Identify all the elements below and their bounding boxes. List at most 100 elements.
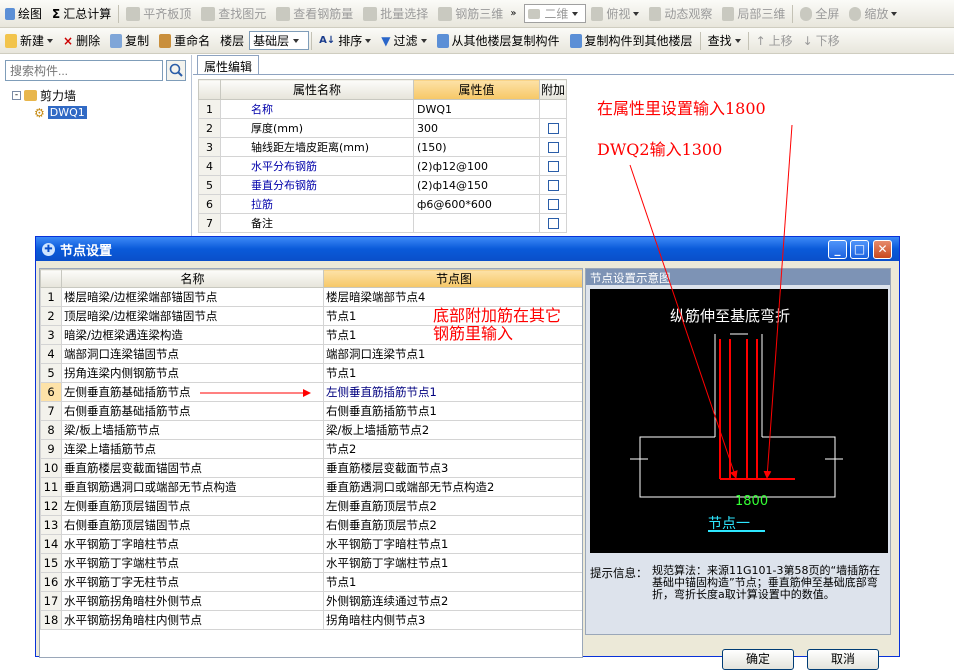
batch-select-button[interactable]: 批量选择 (358, 3, 433, 25)
property-row[interactable]: 2 厚度(mm) 300 (198, 118, 567, 138)
node-header: 名称 节点图 (40, 269, 582, 288)
collapse-icon[interactable]: - (12, 91, 21, 100)
orbit-button[interactable]: 动态观察 (644, 3, 717, 25)
move-down-button[interactable]: ↓ 下移 (798, 30, 845, 52)
node-row[interactable]: 11 垂直钢筋遇洞口或端部无节点构造 垂直筋遇洞口或端部无节点构造2 (40, 477, 582, 497)
property-row[interactable]: 4 水平分布钢筋 (2)ф12@100 (198, 156, 567, 176)
node-value[interactable]: 垂直筋楼层变截面节点3 (323, 458, 582, 478)
extra-checkbox[interactable] (547, 180, 559, 191)
close-button[interactable]: ✕ (873, 240, 892, 259)
property-row[interactable]: 6 拉筋 ф6@600*600 (198, 194, 567, 214)
property-value[interactable]: (2)ф14@150 (413, 175, 540, 195)
filter-button[interactable]: ▼ 过滤 (376, 30, 431, 52)
node-row[interactable]: 13 右侧垂直筋顶层锚固节点 右侧垂直筋顶层节点2 (40, 515, 582, 535)
node-value[interactable]: 左侧垂直筋插筋节点1 (323, 382, 582, 402)
tree-node-shear-wall[interactable]: - 剪力墙 (12, 87, 87, 104)
property-value[interactable] (413, 213, 540, 233)
view-rebar-button[interactable]: 查看钢筋量 (271, 3, 358, 25)
node-row[interactable]: 15 水平钢筋丁字端柱节点 水平钢筋丁字端柱节点1 (40, 553, 582, 573)
minimize-button[interactable]: _ (828, 240, 847, 259)
property-value[interactable]: (150) (413, 137, 540, 157)
view-mode-select[interactable]: 二维 (524, 4, 587, 23)
floor-label: 楼层 (220, 34, 245, 48)
property-value[interactable]: ф6@600*600 (413, 194, 540, 214)
node-row[interactable]: 7 右侧垂直筋基础插筋节点 右侧垂直筋插筋节点1 (40, 401, 582, 421)
copy-to-floor-button[interactable]: 复制构件到其他楼层 (565, 30, 698, 52)
copy-button[interactable]: 复制 (105, 30, 154, 52)
calculate-button[interactable]: Σ 汇总计算 (47, 3, 116, 25)
node-value[interactable]: 节点1 (323, 572, 582, 592)
search-input[interactable] (5, 60, 163, 81)
extra-checkbox[interactable] (547, 218, 559, 229)
zoom-button[interactable]: 缩放 (844, 3, 902, 25)
cancel-button[interactable]: 取消 (807, 649, 879, 670)
fullscreen-button[interactable]: 全屏 (795, 3, 844, 25)
move-up-button[interactable]: ↑ 上移 (751, 30, 798, 52)
node-row[interactable]: 5 拐角连梁内侧钢筋节点 节点1 (40, 363, 582, 383)
rename-button[interactable]: 重命名 (154, 30, 215, 52)
find-button[interactable]: 查找 (703, 30, 746, 52)
local-3d-button[interactable]: 局部三维 (717, 3, 790, 25)
floor-select[interactable]: 基础层 (249, 31, 310, 50)
property-value[interactable]: 300 (413, 118, 540, 138)
align-slab-button[interactable]: 平齐板顶 (121, 3, 196, 25)
node-row[interactable]: 4 端部洞口连梁锚固节点 端部洞口连梁节点1 (40, 344, 582, 364)
node-name: 右侧垂直筋基础插筋节点 (61, 401, 324, 421)
node-row[interactable]: 18 水平钢筋拐角暗柱内侧节点 拐角暗柱内侧节点3 (40, 610, 582, 630)
row-number: 7 (40, 401, 62, 421)
node-name: 水平钢筋丁字无柱节点 (61, 572, 324, 592)
node-row[interactable]: 16 水平钢筋丁字无柱节点 节点1 (40, 572, 582, 592)
copy-from-floor-button[interactable]: 从其他楼层复制构件 (432, 30, 565, 52)
property-row[interactable]: 3 轴线距左墙皮距离(mm) (150) (198, 137, 567, 157)
node-value[interactable]: 垂直筋遇洞口或端部无节点构造2 (323, 477, 582, 497)
node-value[interactable]: 右侧垂直筋插筋节点1 (323, 401, 582, 421)
extra-cell (539, 137, 567, 157)
delete-button[interactable]: × 删除 (58, 30, 105, 52)
tree-node-dwq1[interactable]: ⚙ DWQ1 (12, 104, 87, 121)
draw-button[interactable]: 绘图 (0, 3, 47, 25)
node-row[interactable]: 6 左侧垂直筋基础插筋节点 左侧垂直筋插筋节点1 (40, 382, 582, 402)
property-row[interactable]: 7 备注 (198, 213, 567, 233)
node-row[interactable]: 10 垂直筋楼层变截面锚固节点 垂直筋楼层变截面节点3 (40, 458, 582, 478)
sort-button[interactable]: A↓ 排序 (314, 30, 376, 52)
rebar-3d-button[interactable]: 钢筋三维 (433, 3, 508, 25)
extra-checkbox[interactable] (547, 199, 559, 210)
property-value[interactable]: DWQ1 (413, 99, 540, 119)
node-value[interactable]: 拐角暗柱内侧节点3 (323, 610, 582, 630)
copy-icon (110, 33, 123, 48)
extra-cell (539, 156, 567, 176)
node-value[interactable]: 梁/板上墙插筋节点2 (323, 420, 582, 440)
node-row[interactable]: 12 左侧垂直筋顶层锚固节点 左侧垂直筋顶层节点2 (40, 496, 582, 516)
node-row[interactable]: 14 水平钢筋丁字暗柱节点 水平钢筋丁字暗柱节点1 (40, 534, 582, 554)
dialog-title-bar[interactable]: ✚ 节点设置 (36, 237, 899, 261)
node-value[interactable]: 水平钢筋丁字端柱节点1 (323, 553, 582, 573)
extra-checkbox[interactable] (547, 123, 559, 134)
node-row[interactable]: 9 连梁上墙插筋节点 节点2 (40, 439, 582, 459)
tab-property-edit[interactable]: 属性编辑 (197, 55, 260, 74)
node-value[interactable]: 端部洞口连梁节点1 (323, 344, 582, 364)
find-element-button[interactable]: 查找图元 (196, 3, 271, 25)
extra-checkbox[interactable] (547, 161, 559, 172)
node-row[interactable]: 8 梁/板上墙插筋节点 梁/板上墙插筋节点2 (40, 420, 582, 440)
maximize-button[interactable]: □ (850, 240, 869, 259)
node-value[interactable]: 外侧钢筋连续通过节点2 (323, 591, 582, 611)
node-value[interactable]: 节点2 (323, 439, 582, 459)
node-row[interactable]: 17 水平钢筋拐角暗柱外侧节点 外侧钢筋连续通过节点2 (40, 591, 582, 611)
search-button[interactable] (166, 60, 186, 81)
extra-checkbox[interactable] (547, 142, 559, 153)
property-row[interactable]: 5 垂直分布钢筋 (2)ф14@150 (198, 175, 567, 195)
align-slab-icon (126, 6, 141, 21)
node-value[interactable]: 楼层暗梁端部节点4 (323, 287, 582, 307)
property-row[interactable]: 1 名称 DWQ1 (198, 99, 567, 119)
node-value[interactable]: 水平钢筋丁字暗柱节点1 (323, 534, 582, 554)
node-value[interactable]: 右侧垂直筋顶层节点2 (323, 515, 582, 535)
node-value[interactable]: 左侧垂直筋顶层节点2 (323, 496, 582, 516)
property-value[interactable]: (2)ф12@100 (413, 156, 540, 176)
node-value[interactable]: 节点1 (323, 363, 582, 383)
ok-button[interactable]: 确定 (722, 649, 794, 670)
top-view-button[interactable]: 俯视 (586, 3, 644, 25)
new-button[interactable]: 新建 (0, 30, 58, 52)
node-row[interactable]: 1 楼层暗梁/边框梁端部锚固节点 楼层暗梁端部节点4 (40, 287, 582, 307)
toolbar-overflow-button[interactable]: » (508, 3, 524, 25)
property-name: 备注 (220, 213, 414, 233)
